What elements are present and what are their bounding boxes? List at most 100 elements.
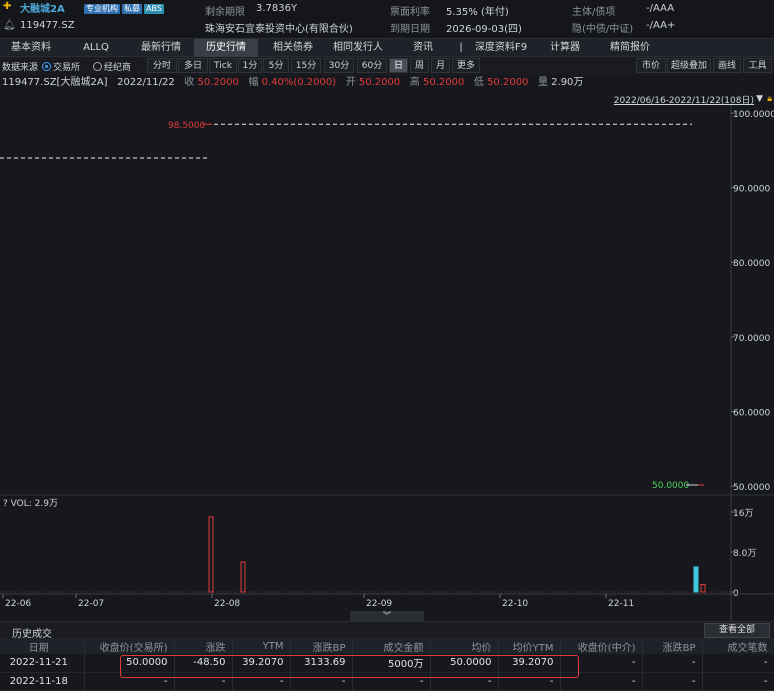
super-overlay-button[interactable]: 超级叠加 [667,58,711,73]
col-trade-count[interactable]: 成交笔数 [702,638,774,654]
col-avg-ytm[interactable]: 均价YTM [498,638,561,654]
tools-button[interactable]: 工具 [743,58,772,73]
y-tick-label: 90.0000 [733,185,770,195]
implied-value: -/AA+ [646,20,676,31]
date-range-label[interactable]: 2022/06/16-2022/11/22(108日) [614,93,754,106]
cell: - [560,672,643,691]
rating-value: -/AAA [646,3,675,14]
source-exchange-radio[interactable]: 交易所 [42,60,80,73]
cell: - [84,672,175,691]
period-day[interactable]: 日 [389,58,408,73]
cell: 3133.69 [290,654,353,673]
market-price-button[interactable]: 市价 [636,58,666,73]
tab-separator: | [459,42,463,53]
change-value: 0.40%(0.2000) [261,77,337,88]
table-row[interactable]: 2022-11-21 50.0000 -48.50 39.2070 3133.6… [0,654,774,673]
cell: - [560,654,643,673]
x-tick-label: 22-07 [78,599,104,609]
quote-prefix: 119477.SZ[大融城2A] [2,77,108,88]
vol-label: 量 [537,77,548,88]
tab-news[interactable]: 资讯 [398,39,448,57]
period-30min[interactable]: 30分 [324,58,354,73]
radio-on-icon [42,62,51,71]
low-value: 50.2000 [487,77,529,88]
tab-latest-quote[interactable]: 最新行情 [132,39,190,57]
high-marker-label: 98.5000 [168,121,205,131]
volume-bar [700,584,706,593]
period-more[interactable]: 更多 [452,58,480,73]
period-5min[interactable]: 5分 [263,58,289,73]
tab-history-quote[interactable]: 历史行情 [194,39,258,57]
cell: - [642,654,703,673]
issuer-name[interactable]: 珠海安石宜泰投资中心(有限合伙) [205,20,353,35]
period-15min[interactable]: 15分 [291,58,321,73]
vol-label: ? VOL: 2.9万 [3,499,58,509]
rating-label: 主体/债项 [572,7,616,18]
col-avg-price[interactable]: 均价 [430,638,499,654]
y-tick-label: 50.0000 [733,483,770,493]
tab-basic-info[interactable]: 基本资料 [0,39,62,57]
tag-professional: 专业机构 [84,4,120,14]
y-tick-label: 80.0000 [733,259,770,269]
cell: 2022-11-21 [0,654,85,673]
y-tick-label: 70.0000 [733,334,770,344]
radio-off-icon [93,62,102,71]
main-tabs: 基本资料 ALLQ 最新行情 历史行情 相关债券 相同发行人 资讯 | 深度资料… [0,38,774,57]
period-multiday[interactable]: 多日 [178,58,208,73]
period-month[interactable]: 月 [431,58,450,73]
tab-related-bonds[interactable]: 相关债券 [262,39,324,57]
tab-allq[interactable]: ALLQ [68,39,124,57]
history-table: 日期 收盘价(交易所) 涨跌 YTM 涨跌BP 成交金额 均价 均价YTM 收盘… [0,638,774,691]
col-close-exchange[interactable]: 收盘价(交易所) [84,638,175,654]
col-date[interactable]: 日期 [0,638,85,654]
period-week[interactable]: 周 [410,58,429,73]
col-change-bp[interactable]: 涨跌BP [290,638,353,654]
cell: - [702,672,774,691]
col-change-bp-broker[interactable]: 涨跌BP [642,638,703,654]
col-change[interactable]: 涨跌 [174,638,233,654]
quote-line: 119477.SZ[大融城2A] 2022/11/22 收 50.2000 幅 … [0,75,774,91]
view-all-button[interactable]: 查看全部 [704,623,770,638]
tab-brief-quote[interactable]: 精简报价 [598,39,662,57]
period-intraday[interactable]: 分时 [147,58,177,73]
remaining-value: 3.7836Y [256,3,298,14]
col-ytm[interactable]: YTM [232,638,291,654]
implied-label: 隐(中债/中证) [572,24,634,35]
col-close-broker[interactable]: 收盘价(中介) [560,638,643,654]
period-tick[interactable]: Tick [209,58,237,73]
y-tick-label: 100.0000 [733,110,774,120]
coupon-label: 票面利率 [390,7,430,18]
period-1min[interactable]: 1分 [238,58,262,73]
cell: - [642,672,703,691]
source-broker-radio[interactable]: 经纪商 [93,60,131,73]
cell: 50.0000 [84,654,175,673]
high-label: 高 [409,77,420,88]
col-amount[interactable]: 成交金额 [352,638,431,654]
sub-toolbar: 数据来源 交易所 经纪商 分时 多日 Tick 1分 5分 15分 30分 60… [0,57,774,75]
vol-value: 2.90万 [551,77,584,88]
volume-bar [693,566,699,593]
tab-same-issuer[interactable]: 相同发行人 [326,39,390,57]
cell: - [430,672,499,691]
history-header-row: 日期 收盘价(交易所) 涨跌 YTM 涨跌BP 成交金额 均价 均价YTM 收盘… [0,638,774,654]
vol-tick-label: 16万 [733,509,753,519]
bond-tags: 专业机构 私募 ABS [82,3,164,14]
tab-deep-f9[interactable]: 深度资料F9 [468,39,534,57]
table-row[interactable]: 2022-11-18 - - - - - - - - - - [0,672,774,691]
change-label: 幅 [248,77,259,88]
chevron-down-icon[interactable]: ︾ [350,611,424,621]
bond-name: 大融城2A [20,4,65,15]
x-tick-label: 22-10 [502,599,528,609]
quote-date: 2022/11/22 [117,77,175,88]
star-icon[interactable]: ✚ [3,1,11,12]
draw-line-button[interactable]: 画线 [713,58,741,73]
history-bar: 历史成交 查看全部 [0,621,774,640]
bell-icon[interactable]: 🔔︎ [3,20,16,31]
x-tick-label: 22-11 [608,599,634,609]
cell: - [702,654,774,673]
triangle-down-icon[interactable]: ▼ [756,94,763,104]
price-volume-chart[interactable]: 100.0000 90.0000 80.0000 70.0000 60.0000 50.0… [0,91,774,621]
lock-icon[interactable]: 🔒︎ [767,94,772,104]
tab-calculator[interactable]: 计算器 [540,39,590,57]
period-60min[interactable]: 60分 [357,58,387,73]
